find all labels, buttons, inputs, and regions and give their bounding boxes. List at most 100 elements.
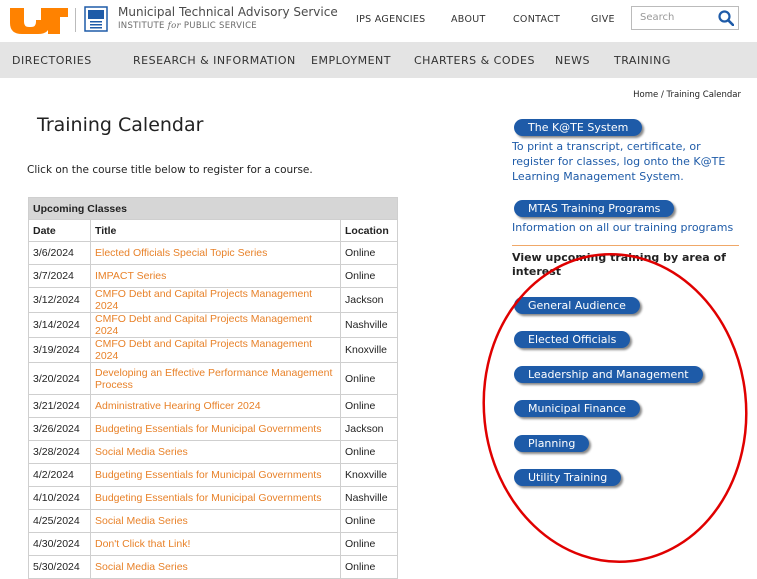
mtas-seal-icon[interactable] — [84, 6, 108, 32]
nav-research-information[interactable]: RESEARCH & INFORMATION — [133, 54, 296, 67]
breadcrumb-home[interactable]: Home — [633, 90, 658, 100]
top-link-give[interactable]: GIVE — [591, 14, 615, 25]
row-date: 3/19/2024 — [28, 337, 91, 363]
row-title-link[interactable]: Budgeting Essentials for Municipal Gover… — [90, 463, 341, 487]
table-row: 5/30/2024 Social Media Series Online — [28, 555, 398, 579]
ut-logo-icon[interactable] — [10, 6, 68, 34]
kate-description[interactable]: To print a transcript, certificate, or r… — [512, 139, 737, 184]
row-location: Jackson — [340, 417, 398, 441]
org-sub-suffix: PUBLIC SERVICE — [180, 21, 257, 31]
row-date: 3/14/2024 — [28, 312, 91, 338]
top-link-about[interactable]: ABOUT — [451, 14, 486, 25]
row-location: Knoxville — [340, 463, 398, 487]
top-bar: Municipal Technical Advisory Service INS… — [0, 0, 757, 40]
table-row: 4/10/2024 Budgeting Essentials for Munici… — [28, 486, 398, 510]
mtas-training-programs-button[interactable]: MTAS Training Programs — [514, 200, 675, 217]
nav-news[interactable]: NEWS — [555, 54, 590, 67]
row-title-link[interactable]: Social Media Series — [90, 440, 341, 464]
row-title-link[interactable]: Don't Click that Link! — [90, 532, 341, 556]
breadcrumb: Home / Training Calendar — [633, 90, 741, 100]
row-date: 3/7/2024 — [28, 264, 91, 288]
row-location: Online — [340, 394, 398, 418]
row-date: 3/20/2024 — [28, 362, 91, 395]
table-row: 3/6/2024 Elected Officials Special Topic … — [28, 241, 398, 265]
search-icon[interactable] — [718, 10, 734, 26]
table-row: 3/14/2024 CMFO Debt and Capital Projects … — [28, 312, 398, 338]
nav-charters-codes[interactable]: CHARTERS & CODES — [414, 54, 535, 67]
nav-directories[interactable]: DIRECTORIES — [12, 54, 92, 67]
row-date: 3/26/2024 — [28, 417, 91, 441]
row-location: Online — [340, 532, 398, 556]
row-location: Online — [340, 440, 398, 464]
area-of-interest-heading: View upcoming training by area of intere… — [512, 251, 726, 278]
top-link-ips-agencies[interactable]: IPS AGENCIES — [356, 14, 425, 25]
row-title-link[interactable]: Elected Officials Special Topic Series — [90, 241, 341, 265]
row-title-link[interactable]: Social Media Series — [90, 509, 341, 533]
sidebar-divider — [512, 245, 739, 246]
row-location: Online — [340, 509, 398, 533]
logo-divider — [75, 8, 76, 32]
row-location: Online — [340, 362, 398, 395]
table-row: 3/19/2024 CMFO Debt and Capital Projects … — [28, 337, 398, 363]
org-sub-prefix: INSTITUTE — [118, 21, 168, 31]
area-municipal-finance-button[interactable]: Municipal Finance — [514, 400, 640, 417]
row-date: 4/30/2024 — [28, 532, 91, 556]
top-link-contact[interactable]: CONTACT — [513, 14, 560, 25]
programs-description[interactable]: Information on all our training programs — [512, 220, 747, 235]
row-title-link[interactable]: Administrative Hearing Officer 2024 — [90, 394, 341, 418]
org-name[interactable]: Municipal Technical Advisory Service — [118, 5, 338, 19]
row-title-link[interactable]: CMFO Debt and Capital Projects Managemen… — [90, 312, 341, 338]
row-date: 4/10/2024 — [28, 486, 91, 510]
row-title-link[interactable]: Budgeting Essentials for Municipal Gover… — [90, 486, 341, 510]
kate-system-button[interactable]: The K@TE System — [514, 119, 643, 136]
row-location: Knoxville — [340, 337, 398, 363]
row-title-link[interactable]: Budgeting Essentials for Municipal Gover… — [90, 417, 341, 441]
nav-employment[interactable]: EMPLOYMENT — [311, 54, 391, 67]
row-title-link[interactable]: CMFO Debt and Capital Projects Managemen… — [90, 337, 341, 363]
column-header-location: Location — [340, 219, 398, 242]
table-row: 3/20/2024 Developing an Effective Perform… — [28, 362, 398, 395]
table-row: 4/30/2024 Don't Click that Link! Online — [28, 532, 398, 556]
table-row: 4/2/2024 Budgeting Essentials for Municip… — [28, 463, 398, 487]
area-general-audience-button[interactable]: General Audience — [514, 297, 640, 314]
column-header-title: Title — [90, 219, 341, 242]
org-sub-for: for — [167, 21, 181, 31]
area-planning-button[interactable]: Planning — [514, 435, 590, 452]
intro-text: Click on the course title below to regis… — [27, 164, 313, 176]
row-date: 3/12/2024 — [28, 287, 91, 313]
org-subtitle: INSTITUTE for PUBLIC SERVICE — [118, 21, 257, 31]
table-row: 3/12/2024 CMFO Debt and Capital Projects … — [28, 287, 398, 313]
table-row: 4/25/2024 Social Media Series Online — [28, 509, 398, 533]
row-date: 3/6/2024 — [28, 241, 91, 265]
page-title: Training Calendar — [37, 114, 204, 136]
table-caption: Upcoming Classes — [28, 197, 398, 220]
area-utility-training-button[interactable]: Utility Training — [514, 469, 622, 486]
area-leadership-management-button[interactable]: Leadership and Management — [514, 366, 703, 383]
table-row: 3/21/2024 Administrative Hearing Officer … — [28, 394, 398, 418]
upcoming-classes-table: Upcoming Classes Date Title Location 3/6… — [28, 197, 398, 579]
breadcrumb-separator: / — [660, 90, 664, 100]
table-row: 3/26/2024 Budgeting Essentials for Munici… — [28, 417, 398, 441]
row-location: Nashville — [340, 486, 398, 510]
row-location: Online — [340, 264, 398, 288]
row-title-link[interactable]: Social Media Series — [90, 555, 341, 579]
row-title-link[interactable]: IMPACT Series — [90, 264, 341, 288]
row-date: 3/21/2024 — [28, 394, 91, 418]
main-nav: DIRECTORIES RESEARCH & INFORMATION EMPLO… — [0, 42, 757, 78]
nav-training[interactable]: TRAINING — [614, 54, 671, 67]
breadcrumb-current: Training Calendar — [666, 90, 741, 100]
table-row: 3/7/2024 IMPACT Series Online — [28, 264, 398, 288]
row-date: 5/30/2024 — [28, 555, 91, 579]
row-date: 4/25/2024 — [28, 509, 91, 533]
column-header-date: Date — [28, 219, 91, 242]
row-location: Online — [340, 555, 398, 579]
row-title-link[interactable]: CMFO Debt and Capital Projects Managemen… — [90, 287, 341, 313]
row-date: 4/2/2024 — [28, 463, 91, 487]
row-location: Jackson — [340, 287, 398, 313]
area-elected-officials-button[interactable]: Elected Officials — [514, 331, 631, 348]
row-date: 3/28/2024 — [28, 440, 91, 464]
row-location: Nashville — [340, 312, 398, 338]
row-title-link[interactable]: Developing an Effective Performance Mana… — [90, 362, 341, 395]
row-location: Online — [340, 241, 398, 265]
table-row: 3/28/2024 Social Media Series Online — [28, 440, 398, 464]
